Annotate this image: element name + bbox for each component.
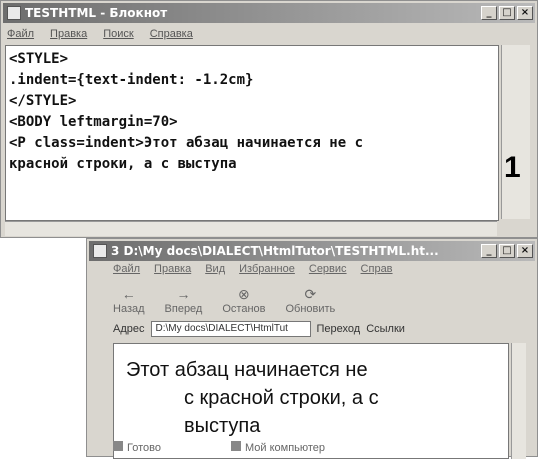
stop-button[interactable]: ⊗ Останов xyxy=(222,287,265,315)
notepad-window: TESTHTML - Блокнот _ □ × Файл Правка Пои… xyxy=(0,0,538,238)
browser-toolbar: ← Назад → Вперед ⊗ Останов ⟳ Обновить xyxy=(113,281,531,315)
code-line: красной строки, а с выступа xyxy=(9,156,237,172)
back-label: Назад xyxy=(113,303,145,315)
forward-arrow-icon: → xyxy=(176,286,191,302)
stop-icon: ⊗ xyxy=(238,286,250,302)
browser-menubar: Файл Правка Вид Избранное Сервис Справ xyxy=(113,263,393,281)
notepad-titlebar[interactable]: TESTHTML - Блокнот _ □ × xyxy=(3,3,535,23)
maximize-button[interactable]: □ xyxy=(499,244,515,258)
paragraph-text: Этот абзац начинается не с красной строк… xyxy=(126,356,466,440)
refresh-label: Обновить xyxy=(285,303,336,315)
close-button[interactable]: × xyxy=(517,6,533,20)
computer-icon xyxy=(230,440,241,451)
code-line: <STYLE> xyxy=(9,51,69,67)
menu-view[interactable]: Вид xyxy=(205,263,225,281)
stop-label: Останов xyxy=(222,303,266,315)
notepad-horizontal-scrollbar[interactable] xyxy=(5,221,497,236)
maximize-button[interactable]: □ xyxy=(499,6,515,20)
code-line: </STYLE> xyxy=(9,93,77,109)
notepad-menubar: Файл Правка Поиск Справка xyxy=(7,25,531,43)
menu-help[interactable]: Справ xyxy=(361,263,393,281)
notepad-icon xyxy=(7,6,21,20)
notepad-vertical-scrollbar[interactable] xyxy=(501,45,530,219)
refresh-button[interactable]: ⟳ Обновить xyxy=(285,287,335,315)
code-line: <P class=indent>Этот абзац начинается не… xyxy=(9,135,364,151)
browser-window: 3 D:\My docs\DIALECT\HtmlTutor\TESTHTML.… xyxy=(86,238,538,459)
browser-window-controls: _ □ × xyxy=(481,244,533,258)
code-line: .indent={text-indent: -1.2cm} xyxy=(9,72,254,88)
code-line: <BODY leftmargin=70> xyxy=(9,114,178,130)
figure-number: 1 xyxy=(504,151,521,184)
back-arrow-icon: ← xyxy=(121,286,136,302)
menu-favorites[interactable]: Избранное xyxy=(239,263,295,281)
notepad-text: <STYLE> .indent={text-indent: -1.2cm} </… xyxy=(9,49,489,175)
links-button[interactable]: Ссылки xyxy=(366,323,405,335)
notepad-window-controls: _ □ × xyxy=(481,6,533,20)
menu-file[interactable]: Файл xyxy=(113,263,140,281)
paragraph-line-indented: с красной строки, а с xyxy=(184,387,379,409)
forward-label: Вперед xyxy=(164,303,203,315)
address-label: Адрес xyxy=(113,323,145,335)
address-bar: Адрес D:\My docs\DIALECT\HtmlTut Переход… xyxy=(113,319,531,339)
notepad-title: TESTHTML - Блокнот xyxy=(25,6,168,20)
go-button[interactable]: Переход xyxy=(317,323,361,335)
menu-edit[interactable]: Правка xyxy=(154,263,191,281)
menu-help[interactable]: Справка xyxy=(150,28,193,40)
paragraph-line-indented: выступа xyxy=(184,415,261,437)
browser-title: 3 D:\My docs\DIALECT\HtmlTutor\TESTHTML.… xyxy=(111,244,439,258)
menu-edit[interactable]: Правка xyxy=(50,28,87,40)
minimize-button[interactable]: _ xyxy=(481,6,497,20)
paragraph-line: Этот абзац начинается не xyxy=(126,359,368,381)
close-button[interactable]: × xyxy=(517,244,533,258)
menu-file[interactable]: Файл xyxy=(7,28,34,40)
menu-tools[interactable]: Сервис xyxy=(309,263,347,281)
status-zone: Мой компьютер xyxy=(230,440,326,454)
refresh-icon: ⟳ xyxy=(304,286,317,302)
forward-button[interactable]: → Вперед xyxy=(165,287,203,315)
minimize-button[interactable]: _ xyxy=(481,244,497,258)
status-ready: Готово xyxy=(113,440,161,454)
menu-search[interactable]: Поиск xyxy=(103,28,133,40)
browser-titlebar[interactable]: 3 D:\My docs\DIALECT\HtmlTutor\TESTHTML.… xyxy=(89,241,535,261)
address-input[interactable]: D:\My docs\DIALECT\HtmlTut xyxy=(150,321,311,337)
browser-icon xyxy=(93,244,107,258)
status-zone-text: Мой компьютер xyxy=(244,441,326,454)
status-bar: Готово Мой компьютер xyxy=(113,439,531,455)
status-ready-text: Готово xyxy=(127,441,161,454)
page-icon xyxy=(113,440,123,451)
back-button[interactable]: ← Назад xyxy=(113,287,145,315)
